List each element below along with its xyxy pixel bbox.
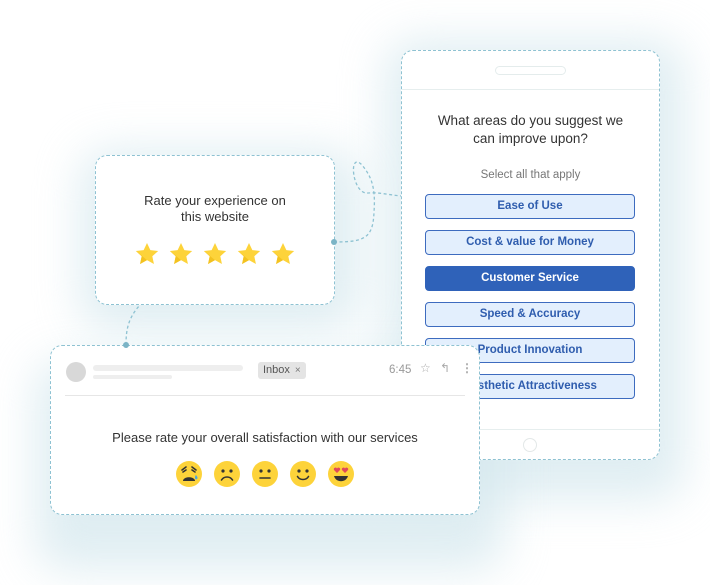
emoji-scale	[175, 460, 355, 488]
star-row	[134, 241, 296, 267]
star-icon[interactable]	[202, 241, 228, 267]
star-icon[interactable]	[270, 241, 296, 267]
smiling-face-icon[interactable]	[289, 460, 317, 488]
email-timestamp: 6:45	[389, 364, 412, 376]
sender-name-placeholder	[93, 365, 243, 371]
star-rating-card: Rate your experience on this website	[95, 155, 335, 305]
reply-icon[interactable]: ↰	[440, 361, 450, 375]
phone-speaker	[495, 66, 566, 75]
star-icon[interactable]	[134, 241, 160, 267]
inbox-label-badge[interactable]: Inbox ×	[258, 362, 306, 379]
star-icon[interactable]	[236, 241, 262, 267]
option-ease-of-use[interactable]: Ease of Use	[425, 194, 635, 219]
neutral-face-icon[interactable]	[251, 460, 279, 488]
star-icon[interactable]: ☆	[420, 361, 431, 375]
star-rating-title: Rate your experience on this website	[144, 193, 286, 224]
email-header-divider	[65, 395, 465, 396]
option-cost-value[interactable]: Cost & value for Money	[425, 230, 635, 255]
option-speed-accuracy[interactable]: Speed & Accuracy	[425, 302, 635, 327]
sender-avatar	[66, 362, 86, 382]
option-customer-service[interactable]: Customer Service	[425, 266, 635, 291]
close-icon[interactable]: ×	[295, 365, 301, 376]
star-icon[interactable]	[168, 241, 194, 267]
frowning-face-icon[interactable]	[213, 460, 241, 488]
phone-top-divider	[402, 89, 659, 90]
survey-instruction: Select all that apply	[480, 169, 581, 181]
heart-eyes-face-icon[interactable]	[327, 460, 355, 488]
more-vert-icon[interactable]: ⋮	[461, 361, 473, 375]
phone-home-button	[523, 438, 537, 452]
satisfaction-prompt: Please rate your overall satisfaction wi…	[112, 430, 418, 445]
survey-question: What areas do you suggest we can improve…	[437, 113, 624, 146]
crying-face-icon[interactable]	[175, 460, 203, 488]
sender-email-placeholder	[93, 375, 172, 379]
email-survey-card: Inbox × 6:45 ☆ ↰ ⋮ Please rate your overa…	[50, 345, 480, 515]
